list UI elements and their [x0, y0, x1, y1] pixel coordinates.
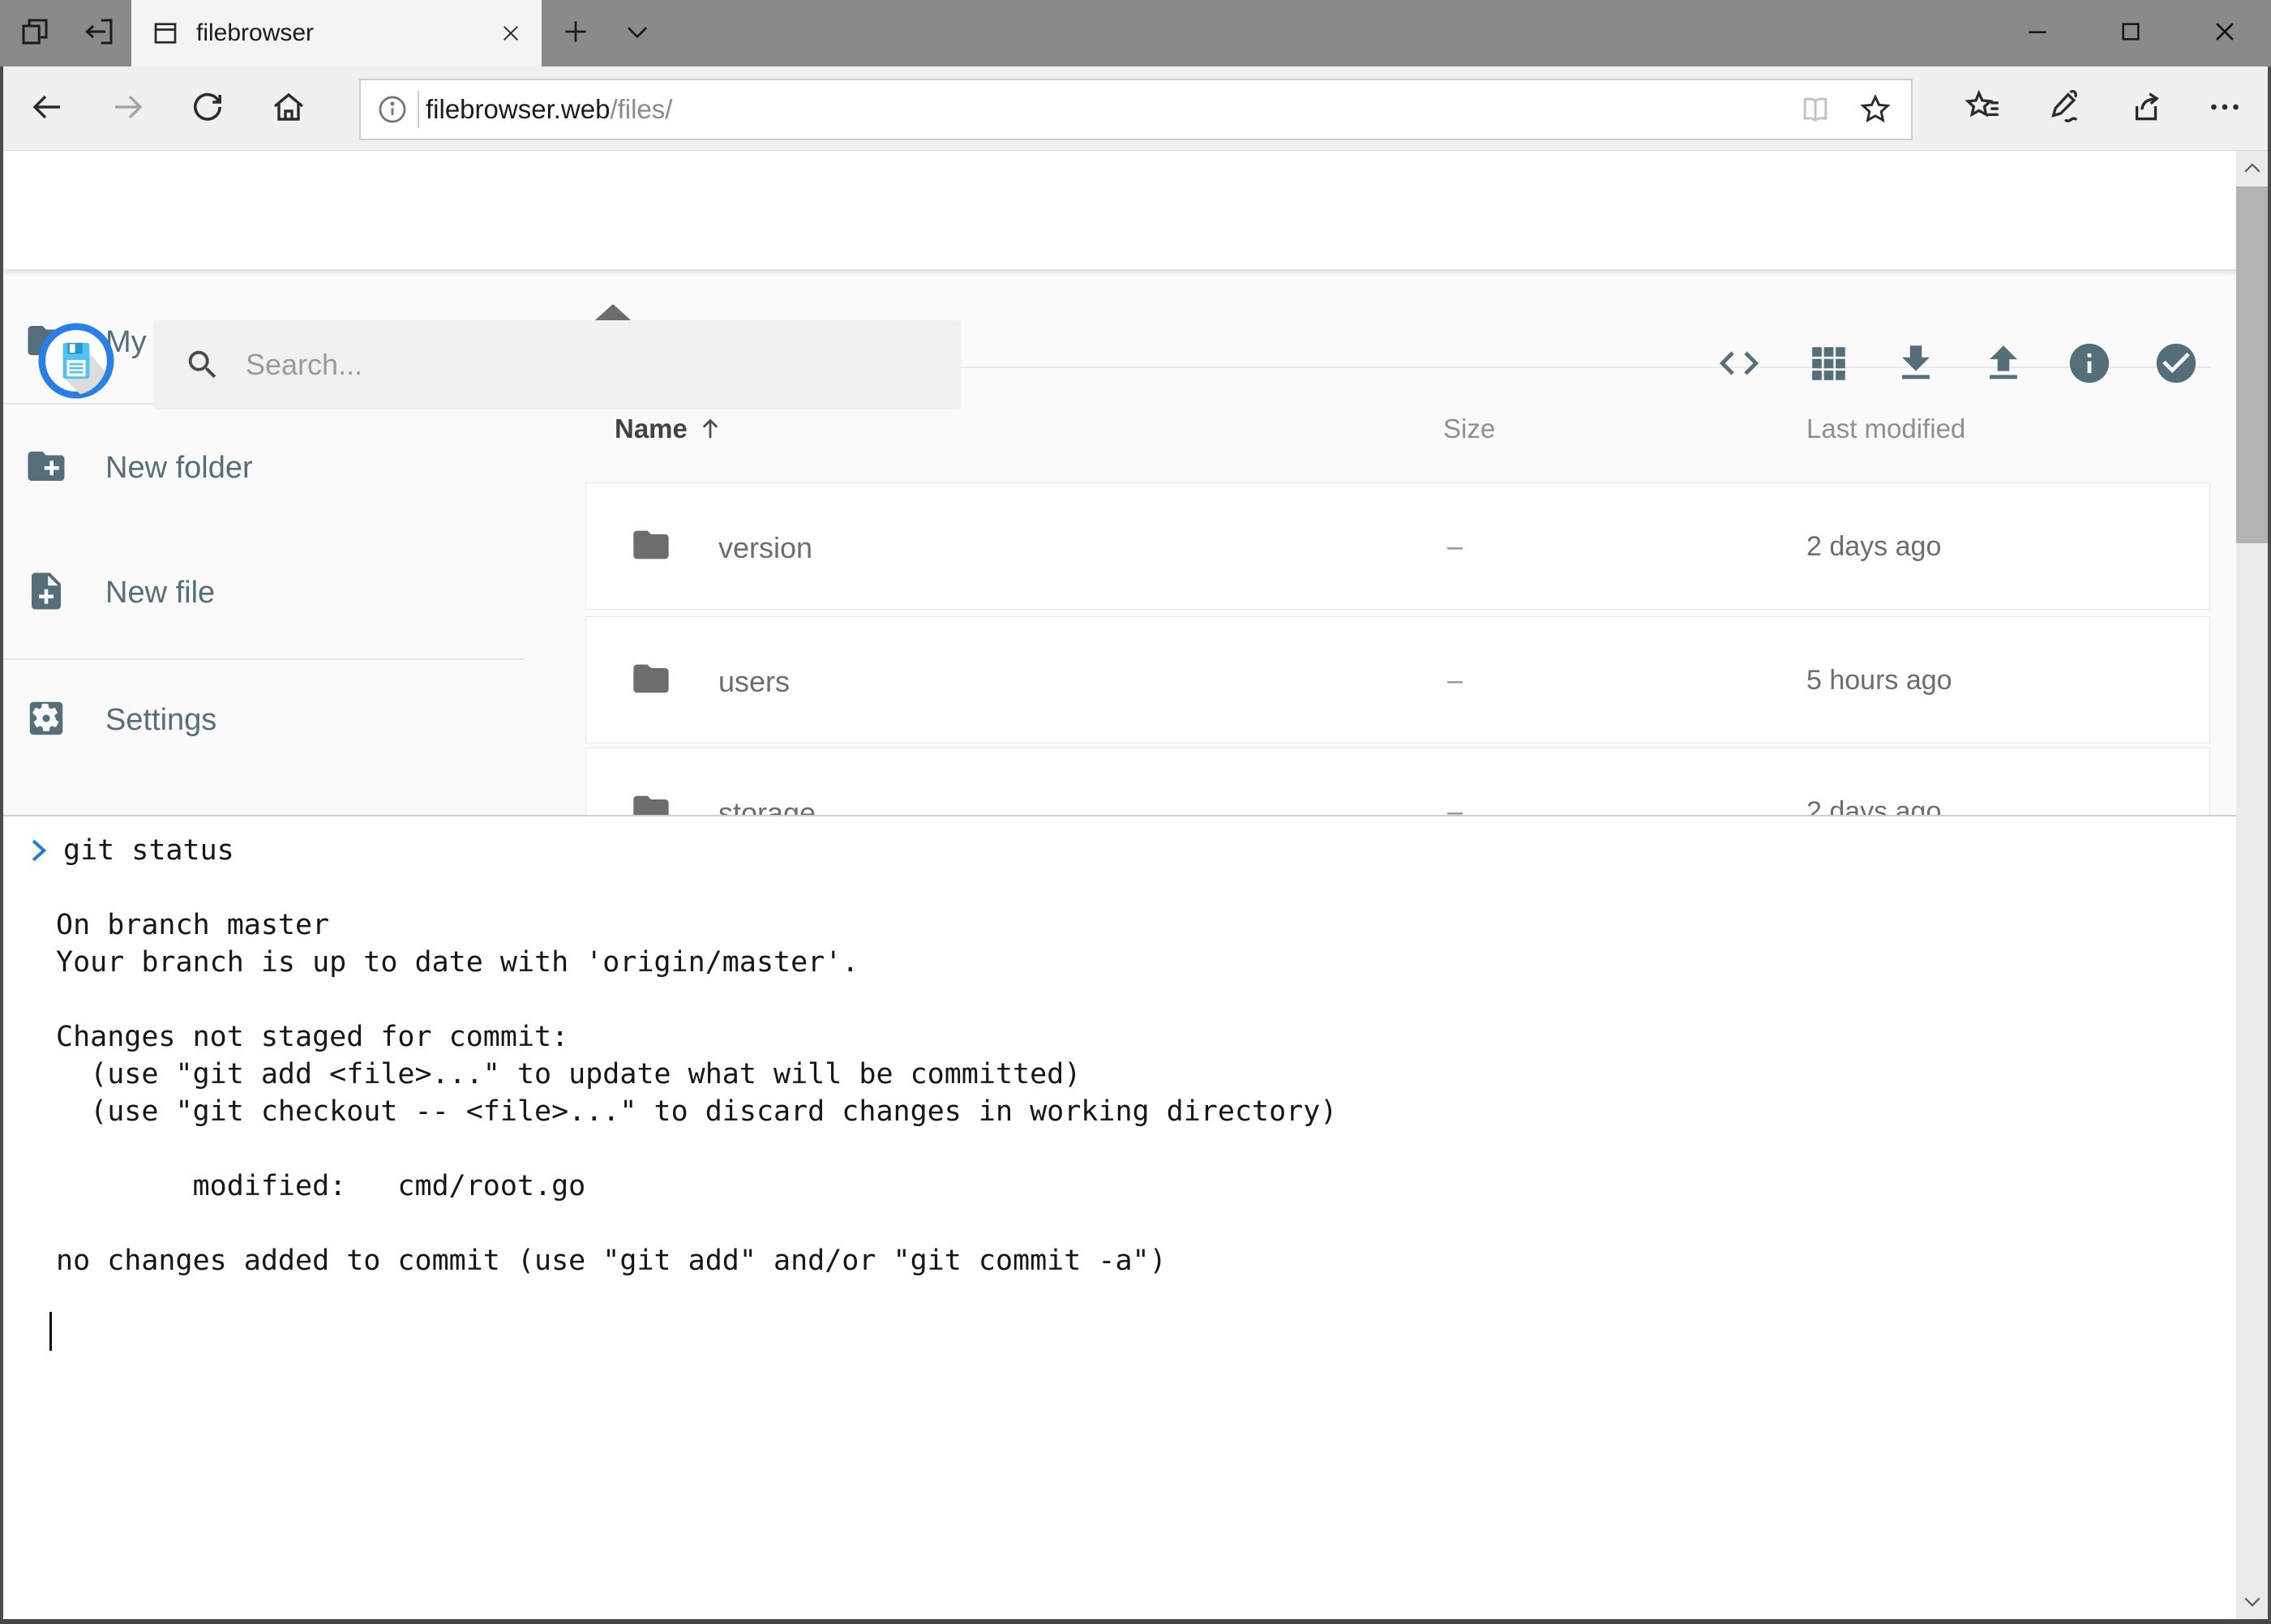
chevron-down-icon — [622, 16, 653, 51]
grid-view-button[interactable] — [1796, 332, 1861, 397]
favorites-hub-button[interactable] — [1946, 71, 2020, 146]
check-circle-icon — [2153, 340, 2200, 391]
url-path: /files/ — [610, 94, 672, 125]
filebrowser-header — [3, 151, 2268, 269]
file-modified: 2 days ago — [1806, 531, 1941, 563]
raw-code-view-button[interactable] — [1707, 332, 1772, 397]
column-header-size[interactable]: Size — [1443, 413, 1495, 444]
sidebar-item-label: New file — [105, 576, 215, 611]
site-info-icon[interactable] — [375, 92, 409, 126]
tab-page-icon — [151, 19, 180, 48]
refresh-button[interactable] — [170, 71, 245, 146]
reading-view-button[interactable] — [1798, 92, 1833, 127]
settings-gear-icon — [24, 696, 68, 744]
window-close-button[interactable] — [2178, 0, 2271, 66]
column-header-modified[interactable]: Last modified — [1806, 413, 1965, 444]
chevron-down-icon — [2240, 1589, 2265, 1613]
annotate-pen-button[interactable] — [2027, 71, 2102, 146]
url-host: filebrowser.web — [426, 94, 610, 125]
search-input[interactable] — [246, 348, 961, 382]
back-arrow-icon — [28, 88, 66, 131]
tabs-aside-arrow-icon — [83, 15, 117, 53]
share-button[interactable] — [2108, 71, 2183, 146]
search-box[interactable] — [153, 320, 961, 409]
chevron-up-icon — [2240, 156, 2265, 181]
upload-button[interactable] — [1971, 332, 2036, 397]
file-name: version — [718, 531, 812, 565]
file-name: users — [718, 665, 790, 699]
forward-arrow-icon — [109, 88, 148, 131]
info-icon — [2066, 340, 2113, 391]
page-scrollbar[interactable] — [2236, 151, 2268, 1619]
sidebar-item-new-file[interactable]: New file — [24, 555, 511, 630]
scrollbar-down-button[interactable] — [2236, 1583, 2268, 1619]
scrollbar-up-button[interactable] — [2236, 151, 2268, 186]
filebrowser-logo[interactable] — [37, 322, 115, 400]
column-header-name[interactable]: Name — [615, 413, 725, 444]
address-divider — [418, 91, 419, 128]
tab-preview-toggle[interactable] — [610, 0, 665, 66]
upload-icon — [1980, 340, 2027, 391]
file-modified: 5 hours ago — [1806, 665, 1952, 696]
file-size: – — [1447, 531, 1463, 563]
terminal-command: git status — [63, 832, 234, 869]
sidebar-item-label: Settings — [105, 703, 216, 738]
add-favorite-star-button[interactable] — [1858, 92, 1893, 127]
select-multiple-button[interactable] — [2144, 332, 2209, 397]
maximize-icon — [2118, 19, 2144, 49]
scrollbar-thumb[interactable] — [2236, 186, 2268, 543]
browser-toolbar: filebrowser.web/files/ — [0, 66, 2271, 151]
address-bar[interactable]: filebrowser.web/files/ — [359, 79, 1913, 140]
tabs-you-set-aside-button[interactable] — [71, 0, 128, 66]
home-button[interactable] — [251, 71, 326, 146]
download-icon — [1892, 340, 1939, 391]
grid-icon — [1806, 341, 1851, 390]
terminal-cursor — [49, 1312, 52, 1351]
forward-button[interactable] — [91, 71, 165, 146]
terminal-output: On branch master Your branch is up to da… — [56, 906, 1337, 1279]
folder-icon — [628, 524, 674, 570]
hub-star-icon — [1963, 87, 2003, 131]
sidebar-item-new-folder[interactable]: New folder — [24, 431, 511, 505]
window-maximize-button[interactable] — [2084, 0, 2177, 66]
plus-icon — [560, 16, 591, 51]
window-border-bottom — [0, 1619, 2271, 1624]
browser-tab-active[interactable]: filebrowser — [131, 0, 542, 66]
pen-icon — [2044, 87, 2085, 131]
window-border-right — [2268, 66, 2271, 1624]
prompt-chevron-icon — [28, 837, 52, 864]
set-tabs-aside-icon — [18, 15, 52, 53]
set-tabs-aside-button[interactable] — [6, 0, 63, 66]
minimize-icon — [2025, 19, 2050, 49]
sidebar-divider — [3, 658, 524, 660]
share-icon — [2125, 87, 2166, 131]
code-icon — [1716, 340, 1763, 391]
tab-title: filebrowser — [196, 19, 314, 47]
ellipsis-icon — [2205, 87, 2245, 131]
file-size: – — [1447, 665, 1463, 696]
window-border-left — [0, 66, 3, 1624]
sort-ascending-arrow-icon — [696, 414, 725, 443]
tab-close-button[interactable] — [499, 22, 522, 45]
sidebar-item-settings[interactable]: Settings — [24, 683, 511, 757]
close-icon — [2211, 18, 2239, 49]
search-icon — [184, 346, 221, 384]
table-row[interactable]: users – 5 hours ago — [585, 616, 2210, 743]
back-button[interactable] — [10, 71, 84, 146]
browser-titlebar: filebrowser — [0, 0, 2271, 66]
new-folder-icon — [24, 444, 68, 492]
window-minimize-button[interactable] — [1990, 0, 2084, 66]
refresh-icon — [188, 88, 227, 131]
table-row[interactable]: version – 2 days ago — [585, 482, 2210, 610]
new-file-icon — [24, 569, 68, 617]
home-icon — [269, 88, 308, 131]
sidebar-item-label: New folder — [105, 451, 253, 486]
download-button[interactable] — [1883, 332, 1948, 397]
folder-icon — [628, 658, 674, 704]
settings-more-button[interactable] — [2189, 71, 2260, 146]
new-tab-button[interactable] — [548, 0, 603, 66]
info-button[interactable] — [2057, 332, 2122, 397]
terminal-panel[interactable]: git status On branch master Your branch … — [3, 815, 2268, 1619]
